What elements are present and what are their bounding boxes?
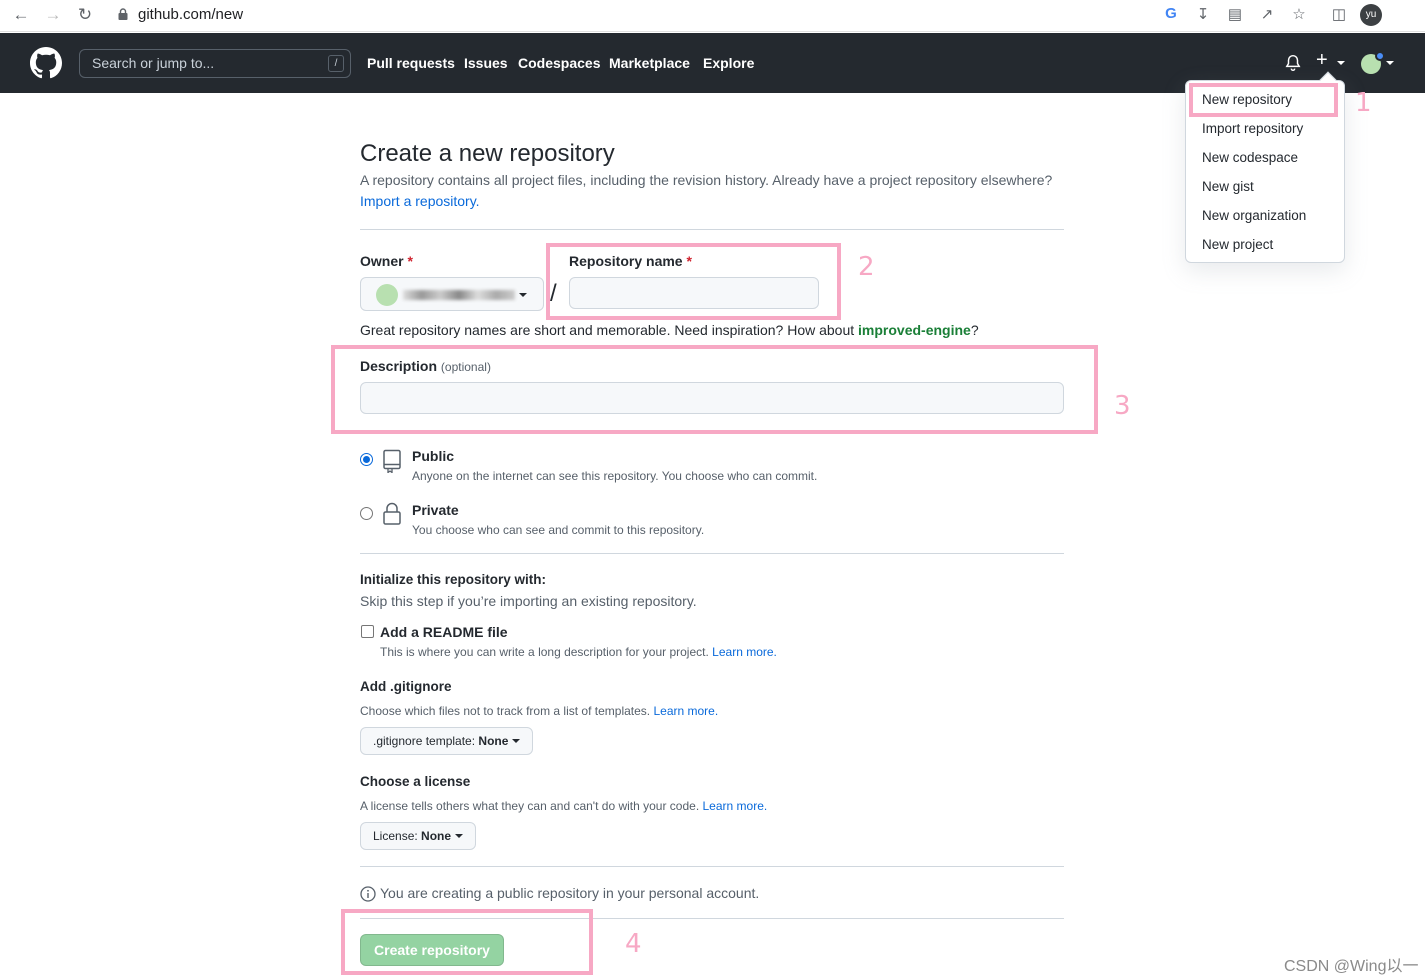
- create-new-plus-icon[interactable]: +: [1316, 49, 1328, 72]
- menu-new-gist[interactable]: New gist: [1202, 179, 1254, 194]
- menu-import-repository[interactable]: Import repository: [1202, 121, 1303, 136]
- annotation-box-1: [1189, 83, 1338, 117]
- import-repository-link[interactable]: Import a repository.: [360, 193, 480, 209]
- license-learn-more-link[interactable]: Learn more.: [703, 799, 768, 813]
- search-input[interactable]: Search or jump to... /: [79, 49, 351, 78]
- annotation-number-3: 3: [1114, 391, 1131, 421]
- annotation-box-4: [341, 909, 593, 975]
- nav-explore[interactable]: Explore: [703, 55, 754, 71]
- annotation-box-3: [331, 345, 1098, 434]
- sidepanel-icon[interactable]: ◫: [1329, 5, 1349, 23]
- gitignore-description: Choose which files not to track from a l…: [360, 704, 719, 718]
- menu-new-project[interactable]: New project: [1202, 237, 1273, 252]
- gitignore-title: Add .gitignore: [360, 679, 452, 694]
- suggested-name[interactable]: improved-engine: [858, 322, 971, 338]
- readme-description: This is where you can write a long descr…: [380, 645, 777, 659]
- public-description: Anyone on the internet can see this repo…: [412, 469, 818, 483]
- bell-icon[interactable]: [1284, 54, 1302, 72]
- search-placeholder: Search or jump to...: [92, 55, 215, 71]
- info-icon: [360, 886, 376, 902]
- owner-label: Owner *: [360, 253, 413, 269]
- divider: [360, 553, 1064, 554]
- owner-select[interactable]: [360, 277, 544, 311]
- readme-learn-more-link[interactable]: Learn more.: [712, 645, 777, 659]
- browser-toolbar: ← → ↻ github.com/new G ↧ ▤ ↗ ☆ ◫ yu: [0, 0, 1425, 32]
- github-logo-icon[interactable]: [30, 47, 62, 79]
- readme-label[interactable]: Add a README file: [380, 624, 508, 640]
- public-radio[interactable]: [360, 453, 373, 466]
- nav-issues[interactable]: Issues: [464, 55, 508, 71]
- private-description: You choose who can see and commit to thi…: [412, 523, 705, 537]
- reload-icon[interactable]: ↻: [74, 5, 96, 25]
- gitignore-template-select[interactable]: .gitignore template: None: [360, 727, 534, 755]
- forward-arrow-icon[interactable]: →: [42, 5, 64, 25]
- menu-new-organization[interactable]: New organization: [1202, 208, 1306, 223]
- bookmark-star-icon[interactable]: ☆: [1289, 5, 1309, 23]
- status-dot-icon: [1375, 51, 1385, 61]
- owner-avatar: [376, 284, 398, 306]
- watermark: CSDN @Wing以一: [1284, 958, 1419, 975]
- nav-marketplace[interactable]: Marketplace: [609, 55, 690, 71]
- menu-new-codespace[interactable]: New codespace: [1202, 150, 1298, 165]
- license-title: Choose a license: [360, 774, 471, 789]
- page-subtitle: A repository contains all project files,…: [360, 172, 1053, 188]
- google-icon[interactable]: G: [1161, 5, 1181, 22]
- annotation-number-2: 2: [858, 252, 875, 282]
- owner-name-redacted: [403, 290, 515, 300]
- page-title: Create a new repository: [360, 140, 615, 167]
- browser-profile-avatar[interactable]: yu: [1360, 4, 1382, 26]
- nav-codespaces[interactable]: Codespaces: [518, 55, 600, 71]
- padlock-icon: [383, 502, 401, 525]
- public-notice: You are creating a public repository in …: [380, 885, 760, 901]
- chevron-down-icon: [455, 834, 464, 838]
- repo-book-icon: [383, 449, 401, 473]
- back-arrow-icon[interactable]: ←: [10, 5, 32, 25]
- private-title: Private: [412, 502, 459, 518]
- divider: [360, 866, 1064, 867]
- license-description: A license tells others what they can and…: [360, 799, 768, 813]
- chevron-down-icon[interactable]: [1337, 61, 1345, 65]
- slash-shortcut-badge: /: [328, 55, 344, 72]
- initialize-subtitle: Skip this step if you’re importing an ex…: [360, 593, 697, 609]
- chevron-down-icon: [512, 739, 521, 743]
- annotation-box-2: [546, 243, 841, 320]
- repo-name-hint: Great repository names are short and mem…: [360, 322, 979, 338]
- public-title: Public: [412, 448, 455, 464]
- install-icon[interactable]: ↧: [1193, 5, 1213, 23]
- annotation-number-4: 4: [625, 929, 642, 959]
- divider: [360, 229, 1064, 230]
- share-icon[interactable]: ↗: [1257, 5, 1277, 23]
- private-radio[interactable]: [360, 507, 373, 520]
- url-text: github.com/new: [138, 6, 244, 23]
- license-select[interactable]: License: None: [360, 822, 477, 850]
- initialize-title: Initialize this repository with:: [360, 572, 547, 587]
- gitignore-learn-more-link[interactable]: Learn more.: [653, 704, 718, 718]
- annotation-number-1: 1: [1355, 88, 1372, 118]
- readme-checkbox[interactable]: [361, 625, 374, 638]
- avatar-chevron-down-icon[interactable]: [1386, 61, 1394, 65]
- owner-chevron-down-icon: [519, 293, 527, 297]
- translate-icon[interactable]: ▤: [1225, 5, 1245, 23]
- nav-pull-requests[interactable]: Pull requests: [367, 55, 455, 71]
- address-bar[interactable]: github.com/new: [116, 6, 243, 23]
